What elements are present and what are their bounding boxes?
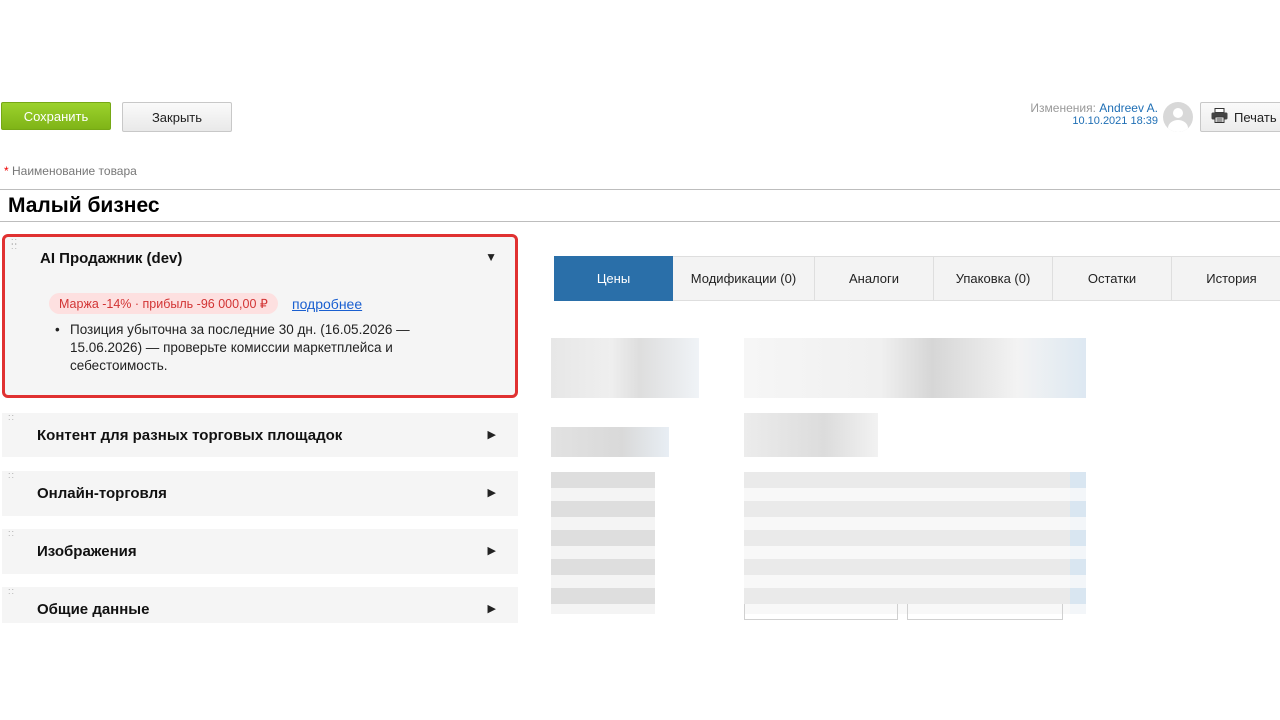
product-name-value: Малый бизнес <box>8 194 160 217</box>
drag-handle-icon[interactable]: :: <box>8 413 15 422</box>
close-button[interactable]: Закрыть <box>122 102 232 132</box>
tab-packaging[interactable]: Упаковка (0) <box>934 256 1053 301</box>
chevron-right-icon[interactable]: ▶ <box>488 428 496 441</box>
section-general-data[interactable]: :: Общие данные ▶ <box>2 587 518 623</box>
tab-history[interactable]: История <box>1172 256 1280 301</box>
drag-handle-icon[interactable]: :: <box>8 587 15 596</box>
section-images[interactable]: :: Изображения ▶ <box>2 529 518 574</box>
changes-user-link[interactable]: Andreev A. <box>1099 101 1158 115</box>
product-name-input[interactable]: Малый бизнес <box>0 189 1280 222</box>
section-online-trade[interactable]: :: Онлайн-торговля ▶ <box>2 471 518 516</box>
details-link[interactable]: подробнее <box>292 296 362 312</box>
tab-analogs[interactable]: Аналоги <box>815 256 934 301</box>
chevron-right-icon[interactable]: ▶ <box>488 602 496 615</box>
ai-panel-title[interactable]: AI Продажник (dev) <box>40 250 182 267</box>
section-title: Изображения <box>37 543 137 560</box>
section-title: Контент для разных торговых площадок <box>37 427 343 444</box>
margin-badge: Маржа -14% · прибыль -96 000,00 ₽ <box>49 293 278 314</box>
save-button[interactable]: Сохранить <box>1 102 111 130</box>
drag-handle-icon[interactable]: :: <box>8 471 15 480</box>
ai-seller-panel: :::: AI Продажник (dev) ▼ Маржа -14% · п… <box>2 234 518 398</box>
avatar[interactable] <box>1163 102 1193 132</box>
changes-label: Изменения: <box>1030 101 1096 115</box>
tab-modifications[interactable]: Модификации (0) <box>673 256 815 301</box>
drag-handle-icon[interactable]: :: <box>8 529 15 538</box>
print-label: Печать <box>1234 109 1277 125</box>
ai-insight-item: • Позиция убыточна за последние 30 дн. (… <box>55 321 455 375</box>
print-button[interactable]: Печать <box>1200 102 1280 132</box>
tab-bar: Цены Модификации (0) Аналоги Упаковка (0… <box>554 256 1280 301</box>
section-title: Общие данные <box>37 601 150 618</box>
changes-date: 10.10.2021 18:39 <box>1072 115 1158 127</box>
section-title: Онлайн-торговля <box>37 485 167 502</box>
product-name-label: * Наименование товара <box>4 164 137 178</box>
chevron-right-icon[interactable]: ▶ <box>488 544 496 557</box>
section-marketplace-content[interactable]: :: Контент для разных торговых площадок … <box>2 413 518 457</box>
change-info: Изменения: Andreev A. 10.10.2021 18:39 <box>1030 102 1158 128</box>
tab-prices[interactable]: Цены <box>554 256 673 301</box>
drag-handle-icon[interactable]: :::: <box>11 237 18 251</box>
chevron-down-icon[interactable]: ▼ <box>485 250 497 264</box>
tab-stock[interactable]: Остатки <box>1053 256 1172 301</box>
printer-icon <box>1211 108 1228 126</box>
chevron-right-icon[interactable]: ▶ <box>488 486 496 499</box>
ai-insight-text: Позиция убыточна за последние 30 дн. (16… <box>70 322 410 373</box>
